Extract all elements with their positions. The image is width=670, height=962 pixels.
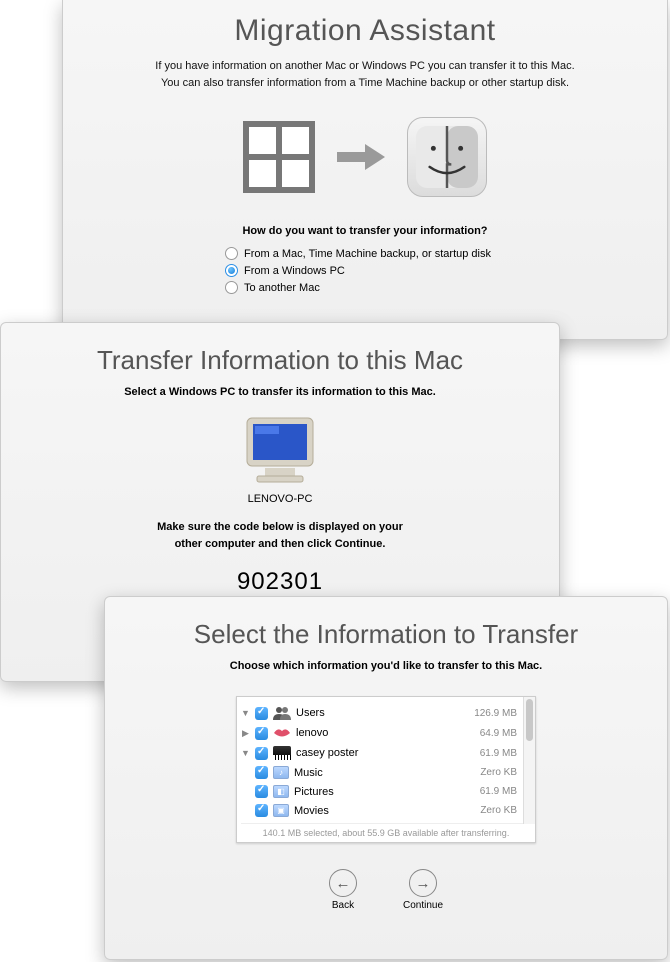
- panel3-title: Select the Information to Transfer: [105, 619, 667, 650]
- list-item-casey[interactable]: ▼ casey poster 61.9 MB: [241, 743, 531, 763]
- list-item-music[interactable]: ♪ Music Zero KB: [241, 763, 531, 782]
- option-to-another-mac[interactable]: To another Mac: [225, 279, 505, 296]
- checkbox[interactable]: [255, 727, 268, 740]
- disclosure-icon[interactable]: ▼: [241, 708, 250, 718]
- list-item-lenovo[interactable]: ▶ lenovo 64.9 MB: [241, 723, 531, 743]
- lips-avatar-icon: [273, 726, 291, 740]
- item-size: 64.9 MB: [480, 728, 517, 739]
- item-label: Music: [294, 767, 475, 779]
- disclosure-icon[interactable]: ▼: [241, 748, 250, 758]
- transfer-options: From a Mac, Time Machine backup, or star…: [225, 245, 505, 296]
- pc-monitor-icon: [241, 416, 319, 491]
- scroll-thumb[interactable]: [526, 699, 533, 741]
- item-size: Zero KB: [480, 767, 517, 778]
- item-label: Users: [296, 707, 469, 719]
- radio-icon: [225, 281, 238, 294]
- piano-avatar-icon: [273, 746, 291, 760]
- window-icon: [243, 121, 315, 193]
- scrollbar[interactable]: [523, 697, 535, 824]
- pc-name-label: LENOVO-PC: [1, 493, 559, 505]
- checkbox[interactable]: [255, 785, 268, 798]
- disclosure-icon[interactable]: ▶: [241, 728, 250, 739]
- checkbox[interactable]: [255, 766, 268, 779]
- selection-summary: 140.1 MB selected, about 55.9 GB availab…: [241, 823, 531, 840]
- panel2-title: Transfer Information to this Mac: [1, 345, 559, 376]
- arrow-right-icon: [337, 142, 385, 172]
- back-button[interactable]: ← Back: [329, 869, 357, 911]
- item-label: Pictures: [294, 786, 475, 798]
- select-info-panel: Select the Information to Transfer Choos…: [104, 596, 668, 960]
- transfer-prompt: How do you want to transfer your informa…: [63, 225, 667, 237]
- item-label: lenovo: [296, 727, 475, 739]
- movies-folder-icon: ▣: [273, 804, 289, 817]
- users-icon: [273, 706, 291, 720]
- music-folder-icon: ♪: [273, 766, 289, 779]
- migration-assistant-panel: Migration Assistant If you have informat…: [62, 0, 668, 340]
- continue-button[interactable]: → Continue: [403, 869, 443, 911]
- list-item-movies[interactable]: ▣ Movies Zero KB: [241, 801, 531, 820]
- item-size: 126.9 MB: [474, 708, 517, 719]
- item-label: casey poster: [296, 747, 475, 759]
- code-instruction: Make sure the code below is displayed on…: [1, 519, 559, 552]
- list-item-users[interactable]: ▼ Users 126.9 MB: [241, 703, 531, 723]
- checkbox[interactable]: [255, 804, 268, 817]
- pairing-code: 902301: [1, 568, 559, 596]
- checkbox[interactable]: [255, 747, 268, 760]
- item-label: Movies: [294, 805, 475, 817]
- pictures-folder-icon: ◧: [273, 785, 289, 798]
- option-windows-pc[interactable]: From a Windows PC: [225, 262, 505, 279]
- radio-icon: [225, 264, 238, 277]
- arrow-right-icon: →: [409, 869, 437, 897]
- checkbox[interactable]: [255, 707, 268, 720]
- item-size: 61.9 MB: [480, 748, 517, 759]
- transfer-items-list: ▼ Users 126.9 MB ▶ lenovo 64.9 MB ▼ case…: [236, 696, 536, 843]
- arrow-left-icon: ←: [329, 869, 357, 897]
- transfer-graphic: [63, 117, 667, 197]
- nav-buttons: ← Back → Continue: [105, 869, 667, 911]
- item-size: 61.9 MB: [480, 786, 517, 797]
- source-pc[interactable]: LENOVO-PC: [1, 416, 559, 505]
- panel1-subtitle: If you have information on another Mac o…: [63, 58, 667, 91]
- panel2-subtitle: Select a Windows PC to transfer its info…: [1, 386, 559, 398]
- option-mac-timemachine[interactable]: From a Mac, Time Machine backup, or star…: [225, 245, 505, 262]
- radio-icon: [225, 247, 238, 260]
- panel1-title: Migration Assistant: [63, 14, 667, 48]
- list-item-pictures[interactable]: ◧ Pictures 61.9 MB: [241, 782, 531, 801]
- finder-icon: [407, 117, 487, 197]
- item-size: Zero KB: [480, 805, 517, 816]
- panel3-subtitle: Choose which information you'd like to t…: [105, 660, 667, 672]
